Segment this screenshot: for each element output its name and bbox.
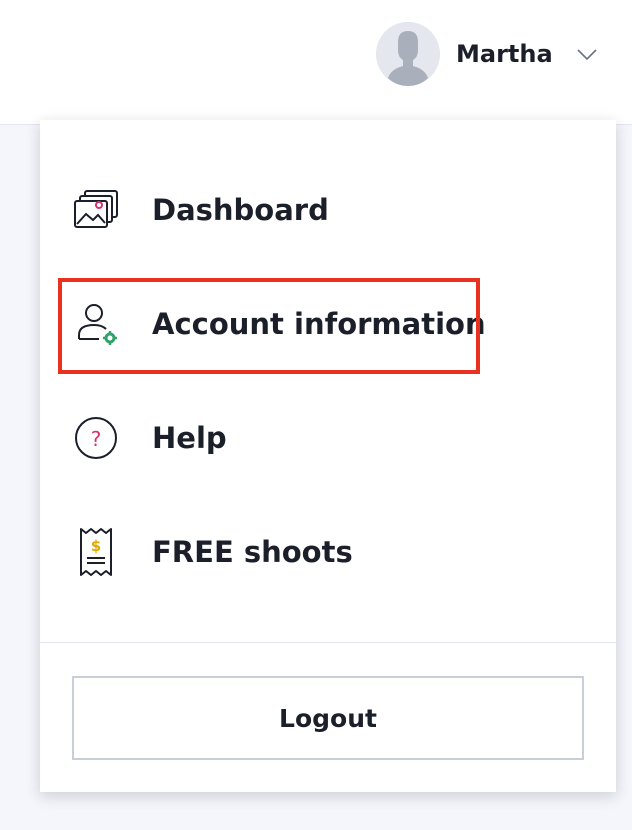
top-bar: Martha: [0, 0, 632, 125]
svg-text:?: ?: [91, 427, 102, 451]
user-menu-toggle[interactable]: Martha: [376, 22, 599, 86]
menu-item-help[interactable]: ? Help: [40, 390, 616, 486]
menu-item-label: Account information: [152, 307, 486, 341]
svg-text:$: $: [91, 537, 101, 555]
user-settings-icon: [72, 300, 120, 348]
menu-item-free-shoots[interactable]: $ FREE shoots: [40, 504, 616, 600]
menu-item-dashboard[interactable]: Dashboard: [40, 162, 616, 258]
images-gallery-icon: [72, 186, 120, 234]
question-circle-icon: ?: [72, 414, 120, 462]
menu-item-label: Dashboard: [152, 193, 329, 227]
receipt-dollar-icon: $: [72, 528, 120, 576]
menu-item-account-information[interactable]: Account information: [40, 276, 616, 372]
menu-item-label: FREE shoots: [152, 535, 353, 569]
menu-divider: [40, 642, 616, 643]
user-name: Martha: [456, 40, 553, 68]
chevron-down-icon: [577, 49, 597, 61]
user-dropdown-menu: Dashboard Account information ? Help $ F…: [40, 120, 616, 792]
logout-button[interactable]: Logout: [72, 676, 584, 760]
user-avatar-icon: [376, 22, 440, 86]
menu-item-label: Help: [152, 421, 227, 455]
